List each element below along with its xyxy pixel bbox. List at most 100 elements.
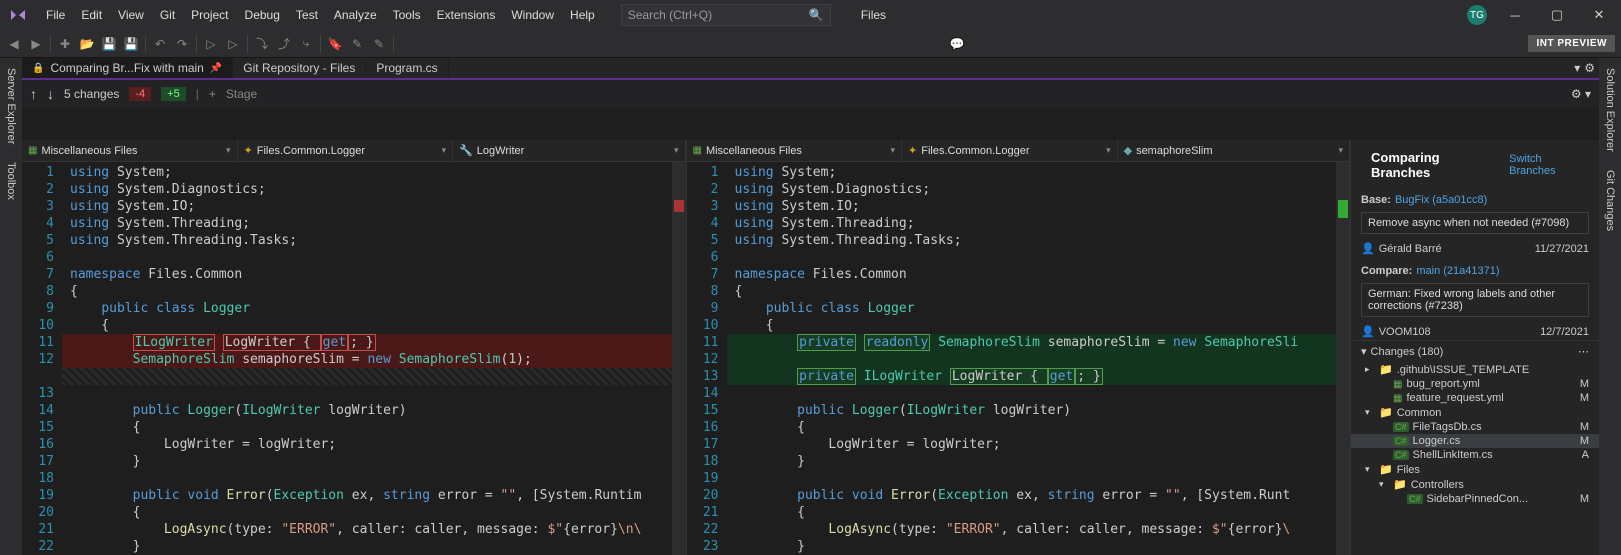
solution-name[interactable]: Files [853,4,894,26]
changes-header[interactable]: Changes (180) [1371,346,1444,358]
more-icon[interactable]: ⋯ [1578,345,1589,358]
tabs-dropdown-icon[interactable]: ▾ [1574,61,1580,75]
menu-file[interactable]: File [38,4,73,26]
comment-icon[interactable]: ✎ [349,36,365,52]
file-name: Controllers [1411,479,1585,491]
start-nodbg-icon[interactable]: ▷ [225,36,241,52]
step-over-icon[interactable]: ⤴ [276,36,292,52]
prev-change-button[interactable]: ↑ [30,86,37,102]
tree-row[interactable]: ▦bug_report.ymlM [1351,377,1599,391]
save-icon[interactable]: 💾 [101,36,117,52]
tree-row[interactable]: C#ShellLinkItem.csA [1351,448,1599,462]
tree-row[interactable]: C#FileTagsDb.csM [1351,420,1599,434]
code-line: { [727,419,1351,436]
caret-icon[interactable]: ▾ [1365,464,1375,475]
menu-help[interactable]: Help [562,4,603,26]
menu-project[interactable]: Project [183,4,236,26]
file-name: Common [1397,407,1585,419]
menu-extensions[interactable]: Extensions [429,4,504,26]
crumb-member-left[interactable]: 🔧LogWriter▾ [453,140,685,161]
doc-tab-1[interactable]: Git Repository - Files [233,58,366,78]
tree-row[interactable]: ▾📁Common [1351,405,1599,420]
overview-ruler-right[interactable] [1336,162,1350,555]
menu-view[interactable]: View [110,4,152,26]
close-button[interactable]: ✕ [1585,7,1613,23]
crumb-project-left[interactable]: ▦Miscellaneous Files▾ [22,140,238,161]
side-solution-explorer[interactable]: Solution Explorer [1604,64,1616,156]
side-toolbox[interactable]: Toolbox [5,158,17,204]
menu-git[interactable]: Git [152,4,183,26]
class-icon: ✦ [244,144,253,157]
stage-plus-icon[interactable]: + [209,87,216,101]
code-line: { [62,317,686,334]
nav-fwd-icon[interactable]: ▶ [28,36,44,52]
menu-analyze[interactable]: Analyze [326,4,385,26]
file-name: .github\ISSUE_TEMPLATE [1397,364,1585,376]
switch-branches-link[interactable]: Switch Branches [1509,153,1589,177]
code-line [727,351,1351,368]
caret-icon[interactable]: ▾ [1365,407,1375,418]
side-git-changes[interactable]: Git Changes [1604,166,1616,235]
preview-badge[interactable]: INT PREVIEW [1528,35,1615,52]
doc-tab-2[interactable]: Program.cs [366,58,448,78]
nav-back-icon[interactable]: ◀ [6,36,22,52]
caret-icon[interactable]: ▸ [1365,364,1375,375]
user-avatar[interactable]: TG [1467,5,1487,25]
start-icon[interactable]: ▷ [203,36,219,52]
base-branch-link[interactable]: BugFix (a5a01cc8) [1395,194,1487,206]
tree-row[interactable]: ▦feature_request.ymlM [1351,391,1599,405]
menu-test[interactable]: Test [288,4,326,26]
code-line [727,470,1351,487]
step-out-icon[interactable]: ⤷ [298,36,314,52]
tree-row[interactable]: C#Logger.csM [1351,434,1599,448]
tree-row[interactable]: ▾📁Files [1351,462,1599,477]
next-change-button[interactable]: ↓ [47,86,54,102]
tabs-settings-icon[interactable]: ⚙ [1584,61,1595,75]
open-icon[interactable]: 📂 [79,36,95,52]
crumb-member-left-label: LogWriter [477,145,524,157]
caret-icon[interactable]: ▾ [1361,345,1367,358]
pin-icon[interactable]: 📌 [210,63,222,74]
class-icon: ✦ [908,144,917,157]
code-line: namespace Files.Common [727,266,1351,283]
uncomment-icon[interactable]: ✎ [371,36,387,52]
bookmark-icon[interactable]: 🔖 [327,36,343,52]
compare-branches-panel: Comparing Branches Switch Branches Base:… [1351,140,1599,555]
minimize-button[interactable]: ─ [1501,8,1529,23]
code-line: public Logger(ILogWriter logWriter) [62,402,686,419]
stage-button[interactable]: Stage [226,87,257,101]
side-server-explorer[interactable]: Server Explorer [5,64,17,148]
redo-icon[interactable]: ↷ [174,36,190,52]
search-input-box[interactable]: Search (Ctrl+Q) 🔍 [621,4,831,26]
crumb-class-right[interactable]: ✦Files.Common.Logger▾ [902,140,1118,161]
step-icon[interactable]: ⤵ [254,36,270,52]
code-left[interactable]: 1234567891011121314151617181920212223 us… [22,162,686,555]
tree-row[interactable]: ▾📁Controllers [1351,477,1599,492]
new-item-icon[interactable]: ✚ [57,36,73,52]
menu-tools[interactable]: Tools [385,4,429,26]
crumb-member-right[interactable]: ◆semaphoreSlim▾ [1118,140,1350,161]
menu-edit[interactable]: Edit [73,4,110,26]
maximize-button[interactable]: ▢ [1543,7,1571,23]
menu-items-container: FileEditViewGitProjectDebugTestAnalyzeTo… [38,4,603,26]
menu-debug[interactable]: Debug [237,4,288,26]
feedback-icon[interactable]: 💬 [949,36,965,52]
crumb-project-right[interactable]: ▦Miscellaneous Files▾ [687,140,903,161]
undo-icon[interactable]: ↶ [152,36,168,52]
overview-ruler-left[interactable] [672,162,686,555]
file-icon: ▦ [28,145,37,156]
compare-branch-link[interactable]: main (21a41371) [1416,265,1499,277]
file-status: M [1580,378,1589,390]
caret-icon[interactable]: ▾ [1379,479,1389,490]
author-icon: 👤 [1361,242,1375,255]
doc-tab-0[interactable]: 🔒Comparing Br...Fix with main📌 [22,58,233,78]
menu-window[interactable]: Window [503,4,562,26]
code-right[interactable]: 123456789101112131415161718192021222324 … [687,162,1351,555]
code-line [62,385,686,402]
tree-row[interactable]: ▸📁.github\ISSUE_TEMPLATE [1351,362,1599,377]
crumb-class-left[interactable]: ✦Files.Common.Logger▾ [238,140,454,161]
tree-row[interactable]: C#SidebarPinnedCon...M [1351,492,1599,506]
save-all-icon[interactable]: 💾 [123,36,139,52]
diff-settings-icon[interactable]: ⚙ ▾ [1571,87,1591,101]
compare-commit-msg: German: Fixed wrong labels and other cor… [1361,283,1589,317]
